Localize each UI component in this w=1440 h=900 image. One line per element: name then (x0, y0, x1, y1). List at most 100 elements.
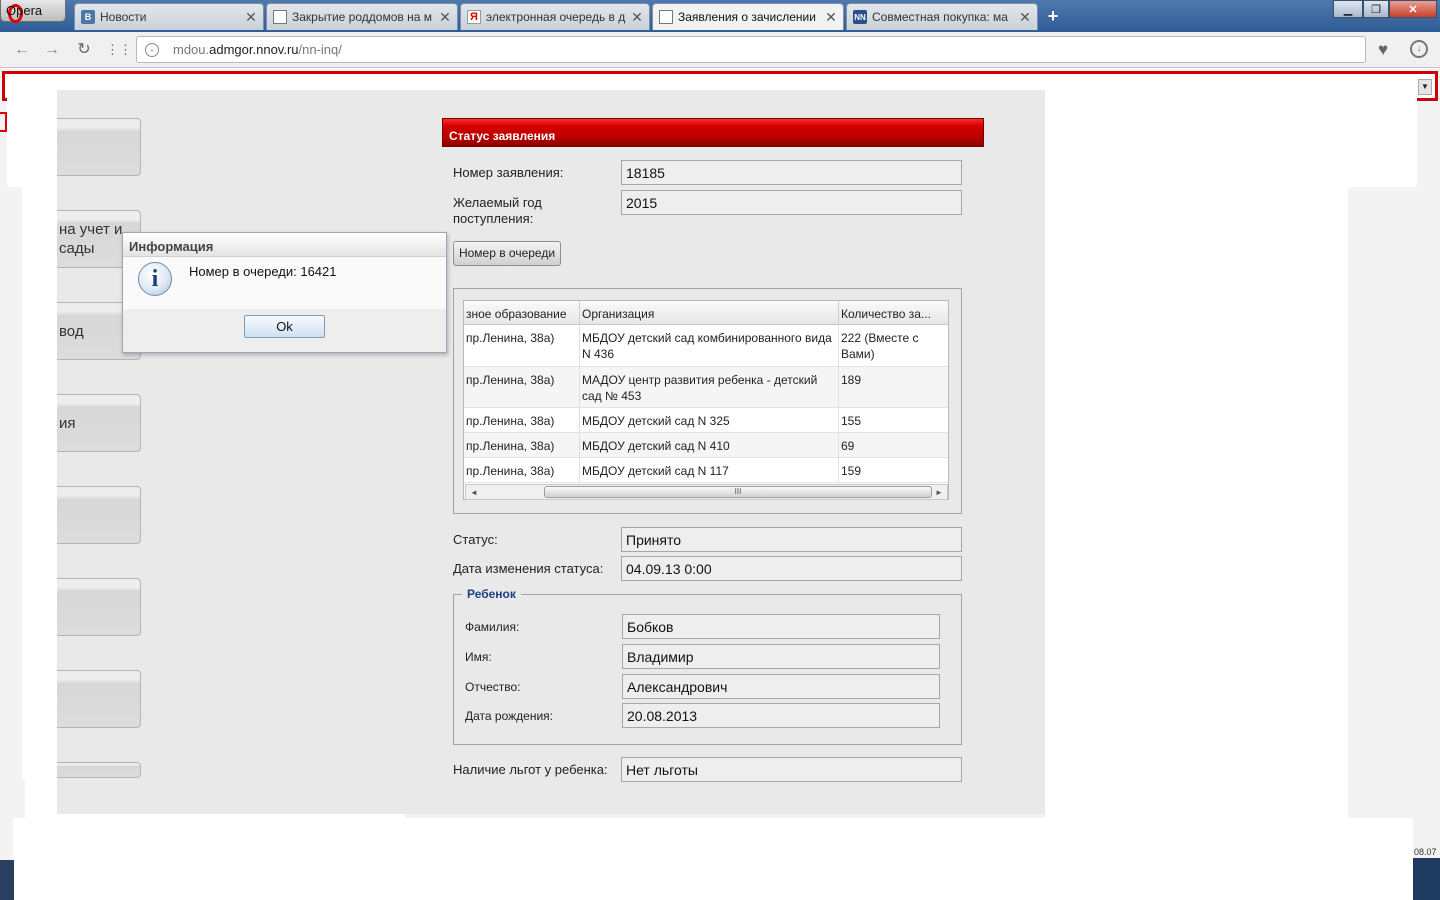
sidebar-button[interactable] (57, 118, 141, 176)
tab-queue-search[interactable]: Я электронная очередь в д ✕ (460, 3, 650, 30)
yandex-icon: Я (467, 10, 481, 24)
close-window-button[interactable]: ✕ (1389, 0, 1437, 18)
tab-title: Новости (100, 10, 147, 24)
taskbar-start-edge (0, 860, 14, 900)
grid-cell: МБДОУ детский сад N 410 (580, 433, 839, 457)
birthdate-field[interactable]: 20.08.2013 (622, 703, 940, 728)
table-row[interactable]: пр.Ленина, 38а) МБДОУ детский сад комбин… (464, 325, 948, 367)
red-edge-marker (0, 112, 7, 132)
tab-maternity[interactable]: Закрытие роддомов на м ✕ (266, 3, 458, 30)
site-info-icon[interactable]: ◦ (145, 42, 159, 57)
desired-year-label: Желаемый год поступления: (453, 195, 542, 226)
scrollbar-thumb[interactable]: III (544, 486, 932, 498)
vk-icon: B (81, 10, 95, 24)
benefits-label: Наличие льгот у ребенка: (453, 762, 608, 777)
panel-title: Статус заявления (442, 118, 984, 147)
desired-year-field[interactable]: 2015 (621, 190, 962, 215)
application-number-label: Номер заявления: (453, 165, 564, 180)
address-bar[interactable]: ◦ mdou.admgor.nnov.ru/nn-inq/ (136, 36, 1366, 63)
address-toolbar: ← → ↻ ⋮⋮ ◦ mdou.admgor.nnov.ru/nn-inq/ ♥… (0, 32, 1440, 68)
queue-number-button[interactable]: Номер в очереди (453, 241, 561, 266)
status-date-field[interactable]: 04.09.13 0:00 (621, 556, 962, 581)
table-row[interactable]: пр.Ленина, 38а) МБДОУ детский сад N 117 … (464, 458, 948, 483)
table-row[interactable]: пр.Ленина, 38а) МБДОУ детский сад N 325 … (464, 408, 948, 433)
minimize-button[interactable]: ▁ (1333, 0, 1363, 18)
dialog-message: Номер в очереди: 16421 (189, 264, 337, 279)
name-field[interactable]: Владимир (622, 644, 940, 669)
column-header[interactable]: Организация (580, 301, 839, 325)
back-arrow-icon[interactable]: ← (12, 40, 32, 60)
tab-applications[interactable]: Заявления о зачислении ✕ (652, 3, 844, 30)
sidebar-button[interactable] (57, 762, 141, 778)
status-field[interactable]: Принято (621, 527, 962, 552)
grid-cell: 222 (Вместе с Вами) (839, 325, 948, 366)
table-row[interactable]: пр.Ленина, 38а) МБДОУ детский сад N 410 … (464, 433, 948, 458)
sidebar-button-info[interactable]: ия (57, 394, 141, 452)
tab-title: Закрытие роддомов на м (292, 10, 432, 24)
close-tab-icon[interactable]: ✕ (439, 9, 451, 26)
blank-overlay (13, 818, 1413, 900)
blank-overlay (1045, 180, 1348, 820)
sidebar-button[interactable] (57, 486, 141, 544)
column-header[interactable]: Количество за... (839, 301, 948, 325)
tab-news[interactable]: B Новости ✕ (74, 3, 264, 30)
name-label: Имя: (465, 650, 492, 664)
speed-dial-grid-icon[interactable]: ⋮⋮ (106, 40, 132, 60)
grid-cell: пр.Ленина, 38а) (464, 433, 580, 457)
application-number-field[interactable]: 18185 (621, 160, 962, 185)
grid-cell: 159 (839, 458, 948, 482)
grid-header: зное образование Организация Количество … (464, 301, 948, 325)
grid-cell: МБДОУ детский сад N 325 (580, 408, 839, 432)
taskbar-clock: 08.07 (1414, 847, 1437, 857)
blank-overlay (22, 180, 57, 780)
document-icon (273, 10, 287, 24)
ok-button[interactable]: Ok (244, 315, 325, 338)
surname-field[interactable]: Бобков (622, 614, 940, 639)
patronymic-field[interactable]: Александрович (622, 674, 940, 699)
table-row[interactable]: пр.Ленина, 38а) МАДОУ центр развития реб… (464, 367, 948, 408)
bookmark-heart-icon[interactable]: ♥ (1373, 40, 1393, 60)
status-date-label: Дата изменения статуса: (453, 561, 604, 576)
organizations-grid: зное образование Организация Количество … (463, 300, 949, 500)
dropdown-arrow-icon[interactable]: ▼ (1418, 79, 1432, 95)
forward-arrow-icon[interactable]: → (42, 40, 62, 60)
grid-cell: МАДОУ центр развития ребенка - детский с… (580, 367, 839, 407)
sidebar-button[interactable] (57, 670, 141, 728)
reload-icon[interactable]: ↻ (74, 40, 94, 60)
tab-joint-purchase[interactable]: NN Совместная покупка: ма ✕ (846, 3, 1038, 30)
dialog-title[interactable]: Информация (123, 233, 446, 257)
info-icon: i (138, 262, 172, 296)
grid-cell: 69 (839, 433, 948, 457)
grid-cell: пр.Ленина, 38а) (464, 458, 580, 482)
document-icon (659, 10, 673, 24)
close-tab-icon[interactable]: ✕ (1019, 9, 1031, 26)
column-header[interactable]: зное образование (464, 301, 580, 325)
download-icon[interactable]: ↓ (1410, 40, 1428, 58)
scroll-left-icon[interactable]: ◄ (467, 486, 481, 499)
grid-cell: пр.Ленина, 38а) (464, 367, 580, 407)
taskbar-edge (1413, 858, 1440, 900)
grid-horizontal-scrollbar[interactable]: ◄ III ► (465, 484, 948, 500)
benefits-field[interactable]: Нет льготы (621, 757, 962, 782)
patronymic-label: Отчество: (465, 680, 521, 694)
tab-title: электронная очередь в д (486, 10, 626, 24)
tab-title: Совместная покупка: ма (872, 10, 1008, 24)
grid-cell: МБДОУ детский сад N 117 (580, 458, 839, 482)
url-text: mdou.admgor.nnov.ru/nn-inq/ (173, 42, 342, 57)
nn-icon: NN (853, 10, 867, 24)
restore-button[interactable]: ❐ (1363, 0, 1389, 18)
new-tab-button[interactable]: + (1043, 6, 1063, 26)
close-tab-icon[interactable]: ✕ (631, 9, 643, 26)
grid-cell: пр.Ленина, 38а) (464, 408, 580, 432)
close-tab-icon[interactable]: ✕ (245, 9, 257, 26)
birthdate-label: Дата рождения: (465, 709, 553, 723)
grid-cell: 189 (839, 367, 948, 407)
close-tab-icon[interactable]: ✕ (825, 9, 837, 26)
grid-cell: пр.Ленина, 38а) (464, 325, 580, 366)
opera-menu-button[interactable]: Opera (0, 0, 66, 23)
tab-title: Заявления о зачислении (678, 10, 816, 24)
sidebar-button[interactable] (57, 578, 141, 636)
child-legend: Ребенок (462, 587, 521, 601)
surname-label: Фамилия: (465, 620, 520, 634)
scroll-right-icon[interactable]: ► (932, 486, 946, 499)
